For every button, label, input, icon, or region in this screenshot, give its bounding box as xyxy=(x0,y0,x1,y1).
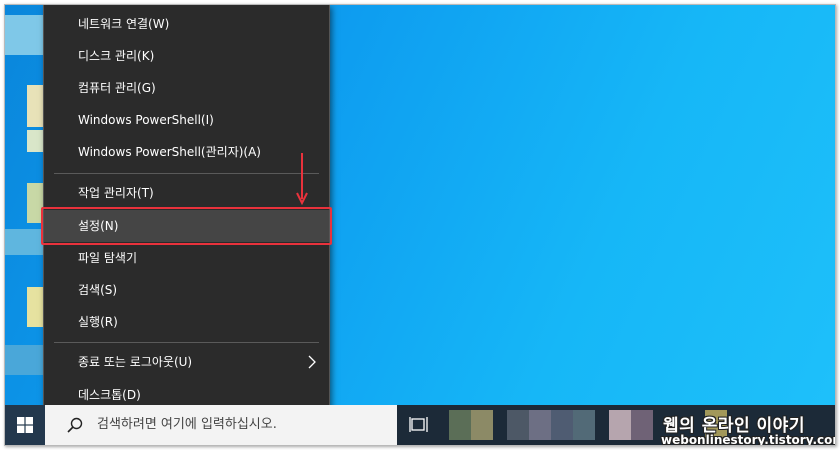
menu-item-label: 컴퓨터 관리(G) xyxy=(78,81,156,95)
taskbar-app-blurred[interactable] xyxy=(631,410,653,440)
watermark-url: webonlinestory.tistory.com xyxy=(661,433,836,446)
taskbar-app-blurred[interactable] xyxy=(449,410,471,440)
menu-item-label: Windows PowerShell(관리자)(A) xyxy=(78,145,261,159)
menu-item-powershell-admin[interactable]: Windows PowerShell(관리자)(A) xyxy=(44,136,329,168)
menu-item-label: 데스크톱(D) xyxy=(78,388,141,402)
menu-item-task-manager[interactable]: 작업 관리자(T) xyxy=(44,177,329,209)
menu-item-label: 설정(N) xyxy=(78,219,119,233)
blurred-desktop-icons xyxy=(5,5,45,405)
taskbar-app-blurred[interactable] xyxy=(573,410,595,440)
start-button[interactable] xyxy=(5,405,45,445)
menu-item-label: 디스크 관리(K) xyxy=(78,49,155,63)
menu-item-label: 네트워크 연결(W) xyxy=(78,17,170,31)
menu-item-label: 종료 또는 로그아웃(U) xyxy=(78,355,193,369)
taskbar-app-blurred[interactable] xyxy=(471,410,493,440)
menu-item-label: Windows PowerShell(I) xyxy=(78,113,214,127)
winx-context-menu: 네트워크 연결(W) 디스크 관리(K) 컴퓨터 관리(G) Windows P… xyxy=(41,5,332,419)
chevron-right-icon xyxy=(308,355,316,369)
taskbar-app-blurred[interactable] xyxy=(507,410,529,440)
menu-separator xyxy=(54,342,319,343)
menu-item-shutdown-signout[interactable]: 종료 또는 로그아웃(U) xyxy=(44,346,329,378)
menu-item-run[interactable]: 실행(R) xyxy=(44,306,329,338)
taskbar-app-blurred[interactable] xyxy=(609,410,631,440)
search-icon xyxy=(67,417,83,433)
taskbar-app-blurred[interactable] xyxy=(529,410,551,440)
menu-separator xyxy=(54,173,319,174)
taskbar-search-box[interactable]: 검색하려면 여기에 입력하십시오. xyxy=(45,405,397,445)
taskbar-app-blurred[interactable] xyxy=(551,410,573,440)
menu-item-network-connections[interactable]: 네트워크 연결(W) xyxy=(44,8,329,40)
menu-item-label: 실행(R) xyxy=(78,315,118,329)
menu-item-label: 작업 관리자(T) xyxy=(78,186,154,200)
menu-item-settings[interactable]: 설정(N) xyxy=(41,207,332,245)
search-placeholder: 검색하려면 여기에 입력하십시오. xyxy=(97,417,277,432)
menu-item-computer-management[interactable]: 컴퓨터 관리(G) xyxy=(44,72,329,104)
menu-item-file-explorer[interactable]: 파일 탐색기 xyxy=(44,242,329,274)
windows-logo-icon xyxy=(17,417,33,433)
red-arrow-down-icon xyxy=(296,153,308,205)
menu-item-powershell[interactable]: Windows PowerShell(I) xyxy=(44,104,329,136)
menu-item-label: 검색(S) xyxy=(78,283,118,297)
task-view-icon[interactable] xyxy=(409,415,431,435)
menu-item-disk-management[interactable]: 디스크 관리(K) xyxy=(44,40,329,72)
menu-item-label: 파일 탐색기 xyxy=(78,251,138,265)
screenshot-frame: 네트워크 연결(W) 디스크 관리(K) 컴퓨터 관리(G) Windows P… xyxy=(4,4,836,446)
menu-item-search[interactable]: 검색(S) xyxy=(44,274,329,306)
